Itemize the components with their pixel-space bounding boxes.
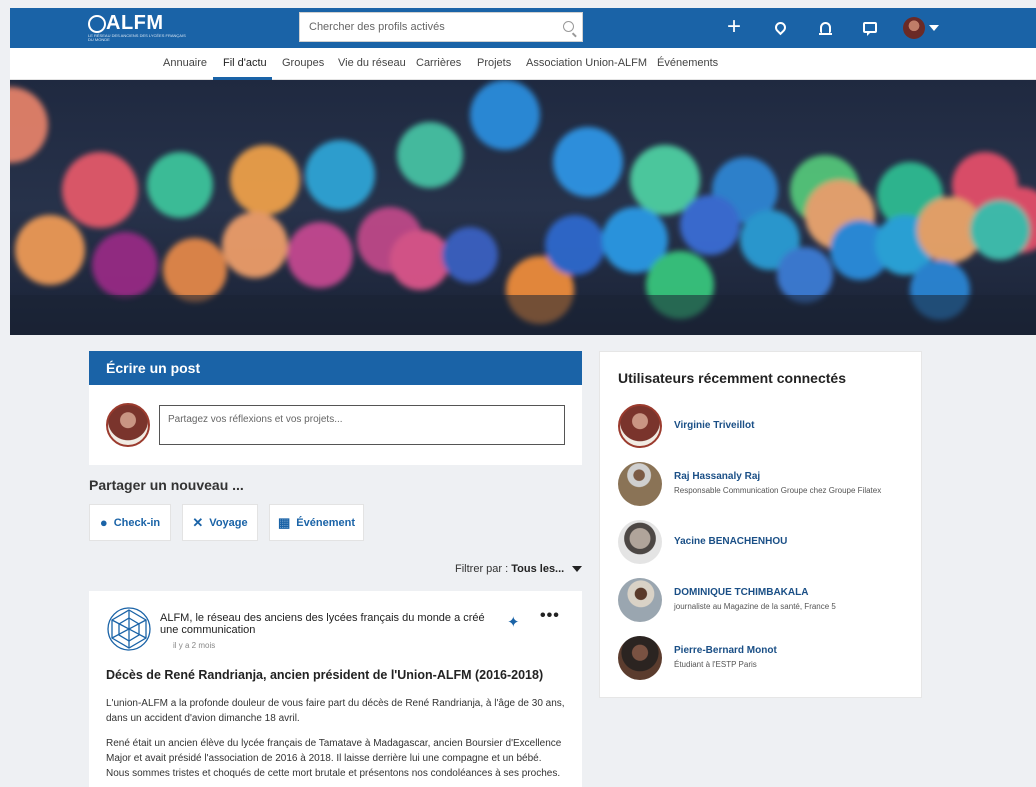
avatar (618, 520, 662, 564)
nav-association[interactable]: Association Union-ALFM (526, 57, 647, 69)
checkin-label: Check-in (113, 516, 161, 529)
avatar (618, 578, 662, 622)
avatar (618, 462, 662, 506)
user-name[interactable]: Raj Hassanaly Raj (674, 471, 760, 482)
voyage-label: Voyage (209, 516, 248, 529)
nav-carrieres[interactable]: Carrières (416, 57, 461, 69)
top-bar: ALFM Le réseau des anciens des lycées fr… (10, 8, 1036, 48)
nav-fil-actu[interactable]: Fil d'actu (223, 57, 267, 69)
logo-word: ALFM (106, 12, 164, 34)
nav-groupes[interactable]: Groupes (282, 57, 324, 69)
user-row[interactable]: Virginie Triveillot (618, 404, 918, 448)
filter-value: Tous les... (511, 563, 565, 575)
post-author[interactable]: ALFM, le réseau des anciens des lycées f… (160, 612, 505, 636)
user-role: Étudiant à l'ESTP Paris (674, 660, 757, 669)
avatar (618, 404, 662, 448)
evenement-button[interactable]: ▦ Événement (269, 504, 364, 541)
pin-icon: ✦ (507, 614, 520, 631)
nav-annuaire[interactable]: Annuaire (163, 57, 207, 69)
user-row[interactable]: DOMINIQUE TCHIMBAKALA journaliste au Mag… (618, 578, 918, 622)
filter-label: Filtrer par : (455, 563, 509, 575)
search-icon[interactable] (563, 21, 574, 32)
plane-icon: ✕ (192, 514, 204, 530)
caret-down-icon (572, 566, 583, 573)
main-nav: Annuaire Fil d'actu Groupes Vie du résea… (10, 48, 1036, 80)
post-paragraph: L'union-ALFM a la profonde douleur de vo… (106, 698, 565, 724)
account-menu-button[interactable] (901, 15, 941, 41)
user-name[interactable]: Pierre-Bernard Monot (674, 645, 777, 656)
user-role: Responsable Communication Groupe chez Gr… (674, 486, 882, 495)
post-input[interactable]: Partagez vos réflexions et vos projets..… (159, 405, 565, 445)
bell-icon[interactable] (812, 14, 838, 40)
user-row[interactable]: Yacine BENACHENHOU (618, 520, 918, 564)
recent-users-title: Utilisateurs récemment connectés (618, 370, 846, 386)
avatar (106, 403, 150, 447)
alfm-logo[interactable]: ALFM Le réseau des anciens des lycées fr… (88, 12, 188, 44)
post-title: Décès de René Randrianja, ancien préside… (106, 668, 544, 682)
checkin-button[interactable]: ● Check-in (89, 504, 171, 541)
post-time: il y a 2 mois (173, 641, 216, 650)
nav-evenements[interactable]: Événements (657, 57, 718, 69)
nav-vie-reseau[interactable]: Vie du réseau (338, 57, 406, 69)
globe-logo-icon (88, 15, 106, 33)
more-options-icon[interactable]: ••• (540, 607, 560, 625)
evenement-label: Événement (296, 516, 355, 529)
user-row[interactable]: Pierre-Bernard Monot Étudiant à l'ESTP P… (618, 636, 918, 680)
user-role: journaliste au Magazine de la santé, Fra… (674, 602, 836, 611)
plus-icon[interactable]: + (721, 13, 747, 40)
write-post-card: Écrire un post Partagez vos réflexions e… (89, 351, 582, 465)
user-name[interactable]: DOMINIQUE TCHIMBAKALA (674, 587, 808, 598)
alfm-globe-logo-icon (107, 607, 151, 651)
calendar-icon: ▦ (278, 514, 291, 530)
location-icon[interactable] (767, 14, 793, 40)
feed-filter[interactable]: Filtrer par : Tous les... (455, 563, 583, 575)
logo-tagline: Le réseau des anciens des lycées françai… (88, 33, 186, 42)
post-paragraph: René était un ancien élève du lycée fran… (106, 738, 562, 779)
feed-post: ALFM, le réseau des anciens des lycées f… (89, 591, 582, 787)
chat-icon[interactable] (857, 14, 883, 40)
avatar (903, 17, 925, 39)
recent-users-card: Utilisateurs récemment connectés Virgini… (599, 351, 922, 698)
nav-projets[interactable]: Projets (477, 57, 511, 69)
write-post-title: Écrire un post (89, 351, 582, 385)
voyage-button[interactable]: ✕ Voyage (182, 504, 258, 541)
caret-down-icon (929, 25, 939, 31)
avatar (618, 636, 662, 680)
user-name[interactable]: Virginie Triveillot (674, 420, 754, 431)
search-box (299, 12, 583, 42)
user-row[interactable]: Raj Hassanaly Raj Responsable Communicat… (618, 462, 918, 506)
share-title: Partager un nouveau ... (89, 477, 244, 493)
search-input[interactable] (300, 13, 550, 41)
map-pin-icon: ● (99, 515, 108, 530)
cover-banner (10, 80, 1036, 335)
user-name[interactable]: Yacine BENACHENHOU (674, 536, 787, 547)
